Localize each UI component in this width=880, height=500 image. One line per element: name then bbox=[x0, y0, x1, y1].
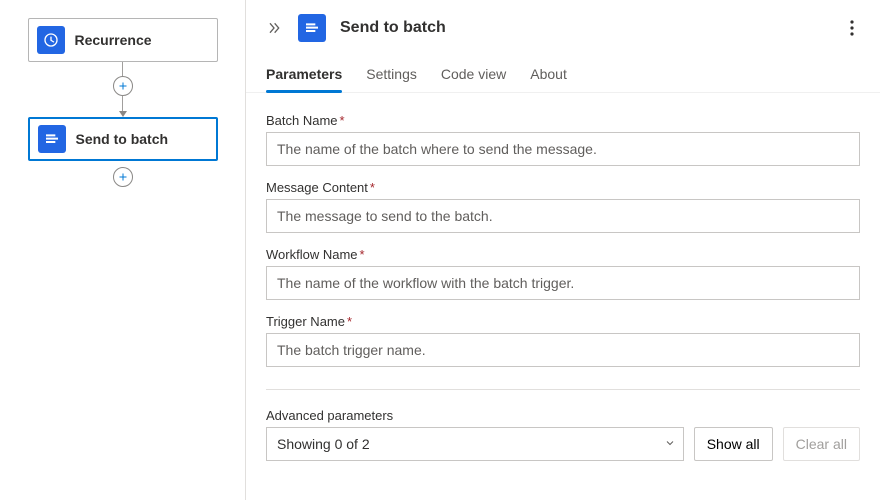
show-all-button[interactable]: Show all bbox=[694, 427, 773, 461]
tab-parameters[interactable]: Parameters bbox=[266, 60, 342, 92]
field-batch-name: Batch Name* bbox=[266, 113, 860, 166]
input-message-content[interactable] bbox=[266, 199, 860, 233]
panel-title: Send to batch bbox=[340, 19, 840, 37]
tab-about[interactable]: About bbox=[530, 60, 567, 92]
node-recurrence-label: Recurrence bbox=[75, 32, 152, 48]
recurrence-icon bbox=[37, 26, 65, 54]
more-options-button[interactable] bbox=[840, 16, 864, 40]
section-divider bbox=[266, 389, 860, 390]
label-workflow-name: Workflow Name* bbox=[266, 247, 860, 262]
label-message-content: Message Content* bbox=[266, 180, 860, 195]
input-batch-name[interactable] bbox=[266, 132, 860, 166]
add-step-button-2[interactable] bbox=[113, 167, 133, 187]
advanced-parameters-select-wrap: Showing 0 of 2 bbox=[266, 427, 684, 461]
advanced-parameters-row: Showing 0 of 2 Show all Clear all bbox=[266, 427, 860, 461]
label-trigger-name: Trigger Name* bbox=[266, 314, 860, 329]
node-recurrence[interactable]: Recurrence bbox=[28, 18, 218, 62]
panel-header: Send to batch bbox=[246, 0, 880, 56]
app-root: Recurrence Send to batch bbox=[0, 0, 880, 500]
add-step-button-1[interactable] bbox=[113, 76, 133, 96]
panel-tabs: Parameters Settings Code view About bbox=[246, 56, 880, 93]
collapse-button[interactable] bbox=[262, 16, 286, 40]
tab-settings[interactable]: Settings bbox=[366, 60, 417, 92]
input-workflow-name[interactable] bbox=[266, 266, 860, 300]
label-batch-name: Batch Name* bbox=[266, 113, 860, 128]
details-panel: Send to batch Parameters Settings Code v… bbox=[245, 0, 880, 500]
panel-title-icon bbox=[298, 14, 326, 42]
node-send-to-batch[interactable]: Send to batch bbox=[28, 117, 218, 161]
advanced-parameters-select[interactable]: Showing 0 of 2 bbox=[266, 427, 684, 461]
field-workflow-name: Workflow Name* bbox=[266, 247, 860, 300]
parameters-form: Batch Name* Message Content* Workflow Na… bbox=[246, 93, 880, 496]
input-trigger-name[interactable] bbox=[266, 333, 860, 367]
tab-code-view[interactable]: Code view bbox=[441, 60, 506, 92]
field-trigger-name: Trigger Name* bbox=[266, 314, 860, 367]
field-message-content: Message Content* bbox=[266, 180, 860, 233]
advanced-parameters-label: Advanced parameters bbox=[266, 408, 860, 423]
clear-all-button: Clear all bbox=[783, 427, 860, 461]
node-batch-label: Send to batch bbox=[76, 131, 169, 147]
batch-icon bbox=[38, 125, 66, 153]
connector-1 bbox=[113, 62, 133, 117]
designer-canvas: Recurrence Send to batch bbox=[0, 0, 245, 500]
